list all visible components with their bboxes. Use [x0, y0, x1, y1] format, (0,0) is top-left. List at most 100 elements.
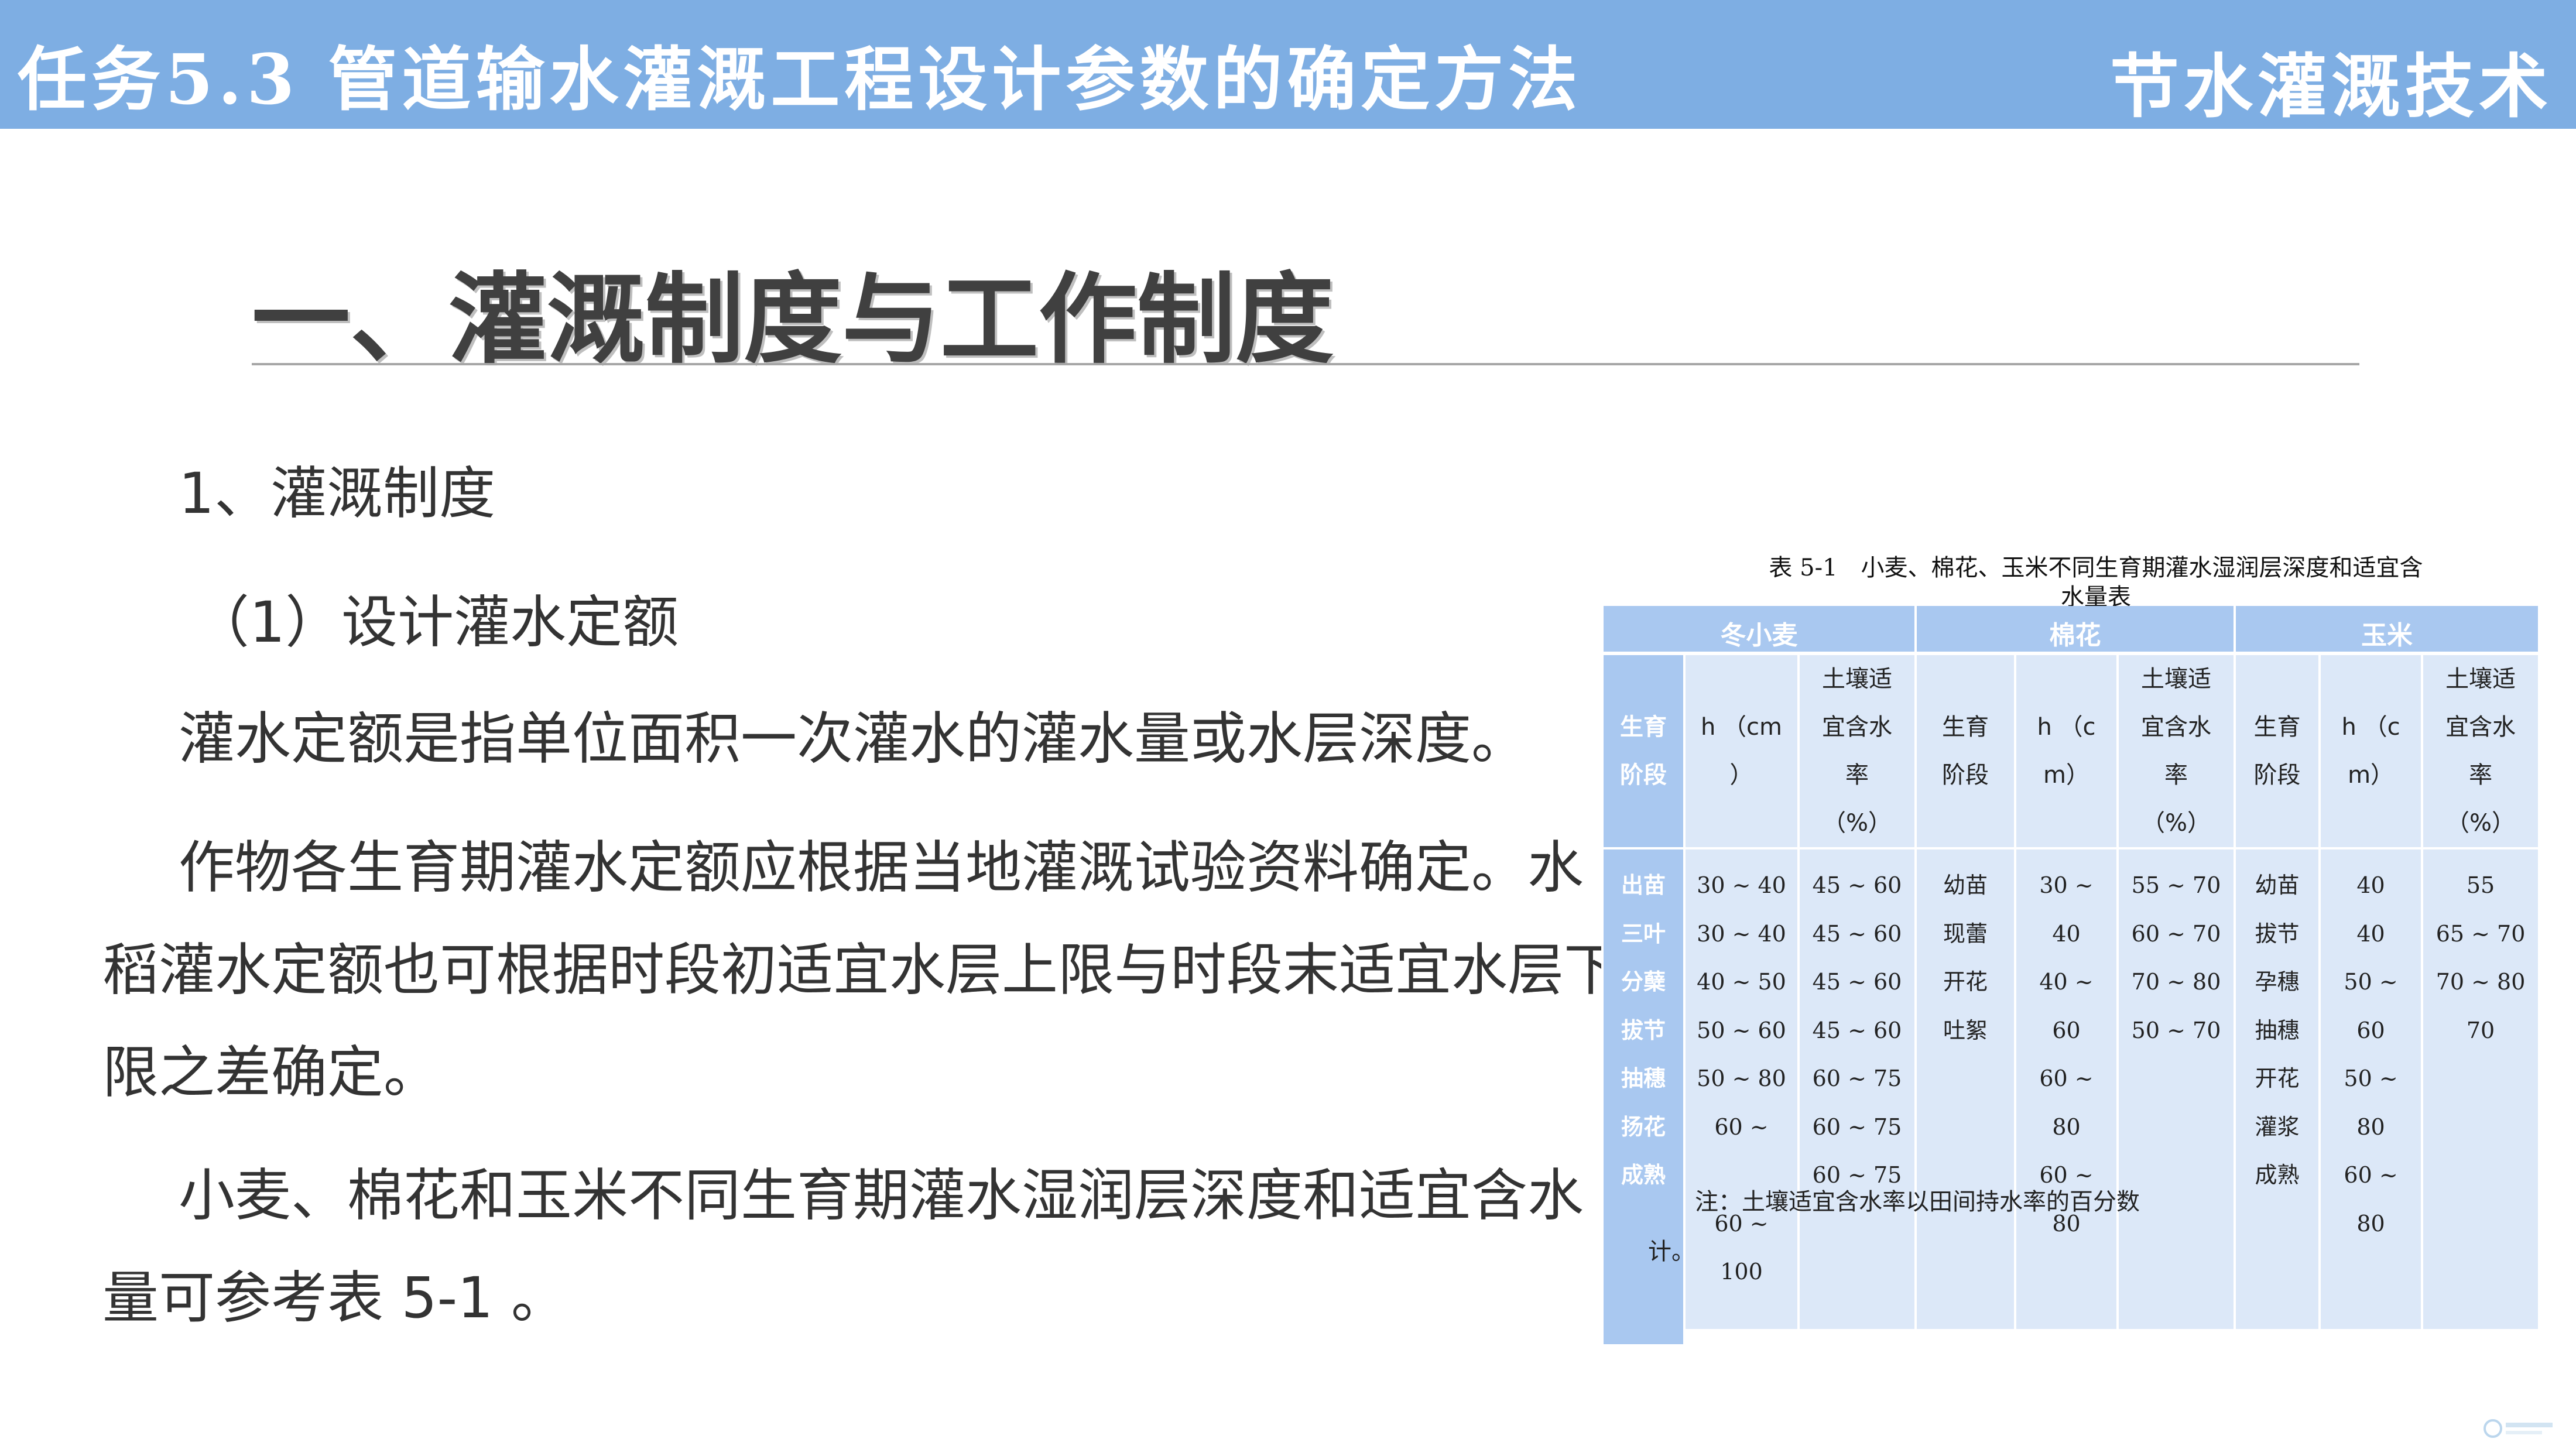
table-cell: 50 ~ 60 [1697, 1017, 1786, 1043]
table-cell: 开花 [2255, 1066, 2300, 1091]
table-cell: 30 ~ [2039, 872, 2094, 898]
table-cell: 幼苗 [2255, 872, 2300, 898]
table-cell: 70 [2466, 1017, 2495, 1043]
paragraph-line: 小麦、棉花和玉米不同生育期灌水湿润层深度和适宜含水 [179, 1163, 1584, 1228]
table-cell: 50 ~ [2344, 969, 2398, 995]
table-cell: 80 [2356, 1114, 2385, 1140]
paragraph-line: 量可参考表 5-1 。 [102, 1265, 567, 1331]
table-cell: 60 ~ [2039, 1066, 2094, 1091]
table-body-column: 30 ~ 40 30 ~ 40 40 ~ 50 50 ~ 60 50 ~ 80 60 ~ … [1683, 848, 1800, 1344]
table-cell: 65 ~ 70 [2435, 920, 2526, 947]
title-bar: 任务5.3 管道输水灌溉工程设计参数的确定方法 节水灌溉技术 [0, 0, 2576, 129]
table-cell: 40 ~ [2039, 969, 2094, 995]
header-cell-line: 宜含水 [2141, 714, 2212, 741]
table-caption: 表 5-1 小麦、棉花、玉米不同生育期灌水湿润层深度和适宜含 水量表 [1733, 553, 2459, 612]
table-cell: 45 ~ 60 [1812, 1017, 1902, 1043]
header-cell-line: ） [1729, 762, 1753, 789]
paragraph-line: 灌水定额是指单位面积一次灌水的灌水量或水层深度。 [179, 706, 1527, 772]
table-cell: 抽穗 [1621, 1066, 1666, 1091]
table-body-column: 30 ~40 40 ~60 60 ~80 60 ~80 [2014, 848, 2119, 1344]
paragraph-reference: 小麦、棉花和玉米不同生育期灌水湿润层深度和适宜含水 量可参考表 5-1 。 [102, 1145, 1584, 1349]
course-title: 节水灌溉技术 [2109, 46, 2553, 127]
table-header-cell: 土壤适 宜含水率 （%） [1797, 653, 1917, 849]
watermark-logo-icon [2483, 1419, 2553, 1438]
header-cell-line: 率 [2469, 762, 2493, 789]
section-heading: 一、灌溉制度与工作制度 [252, 262, 1334, 377]
table-body-column: 出苗 三叶 分蘖 拔节 抽穗 扬花 成熟 [1601, 848, 1686, 1344]
table-cell: 60 ~ [1714, 1114, 1769, 1140]
table-header-cell: h （c m） [2014, 653, 2119, 849]
table-cell: 成熟 [2255, 1162, 2300, 1188]
header-cell-line: 土壤适 [2141, 666, 2212, 693]
table-cell: 60 ~ 70 [2131, 920, 2221, 947]
table-body-column: 55 ~ 70 60 ~ 70 70 ~ 80 50 ~ 70 [2116, 848, 2236, 1344]
table-cell: 幼苗 [1943, 872, 1988, 898]
table-cell: 三叶 [1621, 920, 1666, 947]
header-cell-line: 阶段 [2253, 762, 2301, 789]
header-cell-line: 阶段 [1942, 762, 1989, 789]
table-cell: 孕穗 [2255, 969, 2300, 995]
group-header-wheat: 冬小麦 [1601, 606, 1917, 655]
header-cell-line: 宜含水 [1822, 714, 1892, 741]
table-body-column: 45 ~ 60 45 ~ 60 45 ~ 60 45 ~ 60 60 ~ 75 60 ~ … [1797, 848, 1917, 1344]
subheading-irrigation-schedule: 1、灌溉制度 [179, 461, 496, 526]
table-cell: 出苗 [1621, 872, 1666, 898]
table-cell: 40 [2356, 920, 2385, 947]
table-cell: 现蕾 [1943, 920, 1988, 947]
table-cell: 50 ~ 80 [1697, 1066, 1786, 1091]
header-cell-line: m） [2043, 762, 2089, 789]
table-cell: 40 ~ 50 [1697, 969, 1786, 995]
table-cell: 40 [2052, 920, 2081, 947]
table-header-cell: 生育 阶段 [2234, 653, 2321, 849]
table-cell: 60 [2052, 1017, 2081, 1043]
table-cell: 开花 [1943, 969, 1988, 995]
table-cell: 60 ~ 75 [1812, 1114, 1902, 1140]
crop-table-image: 冬小麦 棉花 玉米 生育 阶段 h （cm）土壤适 宜含水率（%） 生育 阶段 h （c m）… [1601, 606, 2541, 1344]
table-header-cell: 生育 阶段 [1914, 653, 2017, 849]
table-cell: 60 ~ 75 [1812, 1066, 1902, 1091]
table-cell: 60 ~ [2344, 1162, 2398, 1188]
paragraph-determination: 作物各生育期灌水定额应根据当地灌溉试验资料确定。水 稻灌水定额也可根据时段初适宜… [102, 817, 1620, 1124]
table-cell: 100 [1720, 1259, 1763, 1284]
table-cell: 拔节 [1621, 1017, 1666, 1043]
table-cell: 60 [2356, 1017, 2385, 1043]
table-cell: 55 [2466, 872, 2495, 898]
paragraph-definition: 灌水定额是指单位面积一次灌水的灌水量或水层深度。 [179, 688, 1527, 790]
header-cell-line: 率 [1845, 762, 1869, 789]
caption-line: 表 5-1 小麦、棉花、玉米不同生育期灌水湿润层深度和适宜含 [1769, 554, 2423, 581]
subheading-design-quota: （1）设计灌水定额 [193, 590, 679, 655]
table-cell: 吐絮 [1943, 1017, 1988, 1043]
table-cell: 50 ~ [2344, 1066, 2398, 1091]
group-header-corn: 玉米 [2234, 606, 2541, 655]
header-cell-line: 宜含水 [2445, 714, 2516, 741]
table-header-cell: 土壤适宜含水率 （%） [2421, 653, 2541, 849]
table-body-column: 40 40 50 ~ 60 50 ~ 80 60 ~ 80 [2318, 848, 2424, 1344]
table-cell: 拔节 [2255, 920, 2300, 947]
table-body-column: 55 65 ~ 70 70 ~ 80 70 [2421, 848, 2541, 1344]
table-note-tail: 计。 [1648, 1238, 1695, 1265]
group-header-cotton: 棉花 [1914, 606, 2236, 655]
heading-divider [252, 363, 2359, 365]
table-note: 注：土壤适宜含水率以田间持水率的百分数 [1695, 1188, 2140, 1215]
table-header-cell: 生育 阶段 [1601, 653, 1686, 849]
header-cell-line: （%） [1823, 810, 1892, 837]
table-cell: 80 [2052, 1114, 2081, 1140]
table-cell: 40 [2356, 872, 2385, 898]
header-cell-line: h （cm [1700, 714, 1783, 741]
header-cell-line: 生育 [1620, 714, 1667, 741]
table-cell: 成熟 [1621, 1162, 1666, 1188]
table-header-cell: h （cm） [2318, 653, 2424, 849]
table-cell: 30 ~ 40 [1697, 920, 1786, 947]
header-cell-line: h （c [2037, 714, 2096, 741]
task-title: 任务5.3 管道输水灌溉工程设计参数的确定方法 [18, 39, 1582, 120]
header-cell-line: 土壤适 [2445, 666, 2516, 693]
table-header-cell: h （cm ） [1683, 653, 1800, 849]
header-cell-line: 率 [2164, 762, 2188, 789]
table-cell: 80 [2356, 1210, 2385, 1236]
header-cell-line: 阶段 [1620, 762, 1667, 789]
table-cell: 45 ~ 60 [1812, 920, 1902, 947]
header-cell-line: 生育 [1942, 714, 1989, 741]
header-cell-line: （%） [2446, 810, 2516, 837]
table-cell: 70 ~ 80 [2131, 969, 2221, 995]
header-cell-line: m） [2348, 762, 2395, 789]
